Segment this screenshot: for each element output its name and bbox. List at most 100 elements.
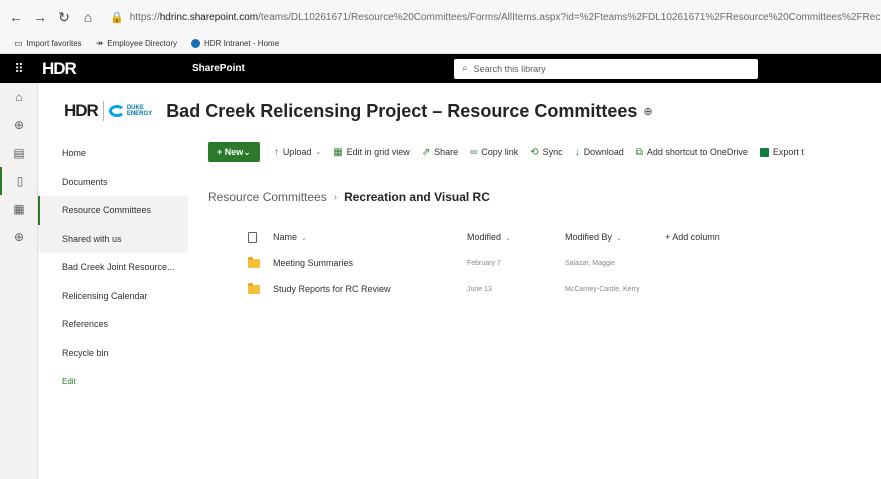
new-button[interactable]: + New ⌄ <box>208 142 260 162</box>
folder-icon <box>248 256 260 268</box>
nav-label: Shared with us <box>62 233 122 244</box>
list-header: Name ⌄ Modified ⌄ Modified By ⌄ + Add colum… <box>244 224 881 250</box>
command-bar: + New ⌄ ↑ Upload ⌄ ▦ Edit in grid view ⇗… <box>208 141 881 163</box>
excel-icon <box>759 147 769 157</box>
nav-label: Documents <box>62 176 108 187</box>
back-icon[interactable]: ← <box>6 7 26 27</box>
site-title[interactable]: Bad Creek Relicensing Project – Resource… <box>166 101 637 122</box>
file-type-header[interactable] <box>244 231 273 243</box>
chevron-right-icon: › <box>333 191 338 203</box>
upload-icon: ↑ <box>273 146 279 158</box>
share-button[interactable]: ⇗ Share <box>422 147 458 158</box>
breadcrumb-current: Recreation and Visual RC <box>344 190 490 204</box>
upload-button[interactable]: ↑ Upload ⌄ <box>274 147 321 158</box>
nav-item-documents[interactable]: Documents <box>38 168 188 197</box>
chevron-down-icon: ⌄ <box>243 146 251 157</box>
sync-button[interactable]: ⟲ Sync <box>530 147 562 158</box>
add-shortcut-button[interactable]: ⧉ Add shortcut to OneDrive <box>636 147 748 158</box>
copy-link-button[interactable]: ∞ Copy link <box>470 147 518 158</box>
create-icon[interactable]: ⊕ <box>0 223 38 251</box>
forward-icon[interactable]: → <box>30 7 50 27</box>
table-row[interactable]: Study Reports for RC Review June 13 McCa… <box>244 276 881 302</box>
breadcrumb-parent[interactable]: Resource Committees <box>208 190 327 204</box>
globe-icon: ⊕ <box>643 105 653 118</box>
favorite-import[interactable]: ▭ Import favorites <box>14 38 82 49</box>
nav-item-recycle-bin[interactable]: Recycle bin <box>38 339 188 368</box>
browser-toolbar: ← → ↻ ⌂ 🔒 https://hdrinc.sharepoint.com /… <box>0 0 881 34</box>
favorite-hdr-intranet[interactable]: HDR Intranet - Home <box>191 39 279 48</box>
chevron-down-icon: ⌄ <box>301 235 307 242</box>
search-placeholder: Search this library <box>473 63 546 74</box>
link-icon: ∞ <box>470 146 478 158</box>
document-icon <box>248 231 257 243</box>
refresh-icon[interactable]: ↻ <box>54 7 74 27</box>
url-path: /teams/DL10261671/Resource%20Committees/… <box>258 11 881 23</box>
app-launcher-icon[interactable]: ⠿ <box>0 54 38 83</box>
lock-icon: 🔒 <box>110 11 124 24</box>
home-icon[interactable]: ⌂ <box>0 83 38 111</box>
address-bar[interactable]: 🔒 https://hdrinc.sharepoint.com/teams/DL… <box>110 5 881 29</box>
nav-item-relicensing-calendar[interactable]: Relicensing Calendar <box>38 282 188 311</box>
nav-label: Edit <box>62 376 76 386</box>
suite-app-name[interactable]: SharePoint <box>192 63 454 74</box>
row-name[interactable]: Meeting Summaries <box>273 258 467 268</box>
column-header-modified[interactable]: Modified ⌄ <box>467 232 565 242</box>
url-host: hdrinc.sharepoint.com <box>159 11 259 23</box>
nav-item-shared-with-us[interactable]: Shared with us <box>38 224 188 253</box>
nav-edit-link[interactable]: Edit <box>38 367 188 396</box>
duke-logo-line2: ENERGY <box>126 111 153 117</box>
site-header: HDR DUKE ENERGY Bad Creek Relicensing Pr… <box>38 83 881 139</box>
news-icon[interactable]: ▤ <box>0 139 38 167</box>
breadcrumb: Resource Committees › Recreation and Vis… <box>208 190 490 204</box>
add-column-button[interactable]: + Add column <box>665 232 720 242</box>
favorites-bar: ▭ Import favorites ↠ Employee Directory … <box>0 34 881 54</box>
home-icon[interactable]: ⌂ <box>78 7 98 27</box>
download-button[interactable]: ↓ Download <box>575 147 624 158</box>
document-library-list: Name ⌄ Modified ⌄ Modified By ⌄ + Add colum… <box>244 224 881 302</box>
nav-item-bad-creek-joint[interactable]: Bad Creek Joint Resource... <box>38 253 188 282</box>
sync-icon: ⟲ <box>530 146 539 158</box>
nav-item-resource-committees[interactable]: Resource Committees <box>38 196 188 225</box>
nav-label: Home <box>62 148 87 159</box>
download-icon: ↓ <box>574 146 580 158</box>
hdr-logo: HDR <box>64 101 99 120</box>
row-name[interactable]: Study Reports for RC Review <box>273 284 467 294</box>
globe-icon[interactable]: ⊕ <box>0 111 38 139</box>
column-header-modified-by[interactable]: Modified By ⌄ <box>565 232 665 242</box>
app-rail: ⌂ ⊕ ▤ ▯ ▦ ⊕ <box>0 83 38 479</box>
duke-energy-mark-icon <box>108 105 125 117</box>
lists-icon[interactable]: ▦ <box>0 195 38 223</box>
favorite-label: Import favorites <box>26 39 82 48</box>
row-modified-by[interactable]: McCarney-Castle, Kerry <box>565 286 665 293</box>
row-modified: June 13 <box>467 285 492 293</box>
edit-grid-view-button[interactable]: ▦ Edit in grid view <box>333 147 409 158</box>
site-nav: Home Documents Resource Committees Share… <box>38 139 188 396</box>
url-prefix: https:// <box>129 11 160 23</box>
nav-label: Resource Committees <box>62 205 152 216</box>
chevron-down-icon: ⌄ <box>505 235 511 242</box>
row-modified-by[interactable]: Salazar, Maggie <box>565 260 665 267</box>
logo-divider <box>102 101 104 121</box>
nav-label: Relicensing Calendar <box>62 290 148 301</box>
nav-label: Recycle bin <box>62 347 109 358</box>
link-icon: ↠ <box>95 38 104 48</box>
folder-icon <box>248 282 260 294</box>
file-icon[interactable]: ▯ <box>0 167 38 195</box>
table-row[interactable]: Meeting Summaries February 7 Salazar, Ma… <box>244 250 881 276</box>
search-input[interactable]: ⌕ Search this library <box>454 58 758 79</box>
chevron-down-icon: ⌄ <box>616 235 622 242</box>
nav-item-home[interactable]: Home <box>38 139 188 168</box>
chevron-down-icon: ⌄ <box>315 149 322 156</box>
share-icon: ⇗ <box>421 146 431 158</box>
column-header-name[interactable]: Name ⌄ <box>273 232 467 242</box>
favorite-label: Employee Directory <box>107 39 178 48</box>
favorite-employee-directory[interactable]: ↠ Employee Directory <box>96 38 177 49</box>
suite-logo[interactable]: HDR <box>42 59 192 79</box>
favorite-label: HDR Intranet - Home <box>204 39 280 48</box>
nav-label: References <box>62 319 109 330</box>
export-button[interactable]: Export t <box>759 147 804 157</box>
nav-item-references[interactable]: References <box>38 310 188 339</box>
hdr-site-icon <box>191 39 201 48</box>
suite-bar: ⠿ HDR SharePoint ⌕ Search this library <box>0 54 881 83</box>
import-icon: ▭ <box>14 38 23 48</box>
